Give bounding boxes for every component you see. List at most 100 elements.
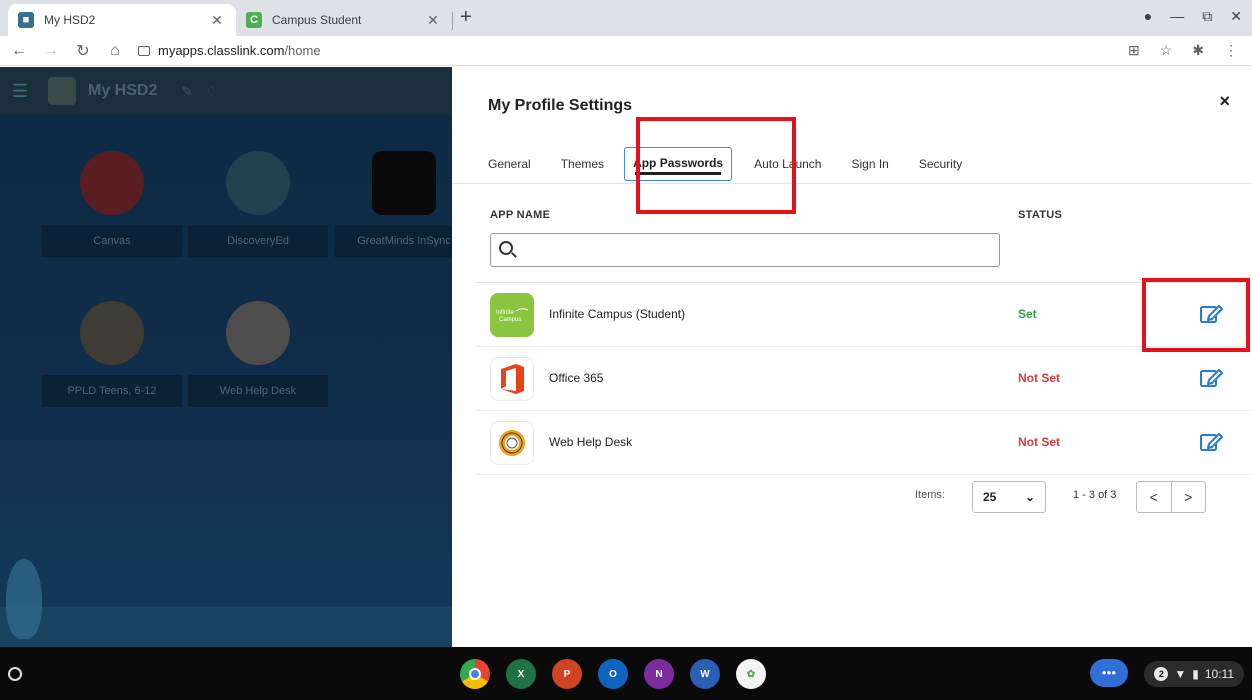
wifi-icon: ▼	[1174, 667, 1187, 681]
tabs-divider	[452, 183, 1252, 184]
tab-close-icon[interactable]: ✕	[424, 12, 442, 29]
app-name: Office 365	[549, 371, 604, 385]
discoveryed-icon	[226, 151, 290, 215]
tab-sign-in[interactable]: Sign In	[851, 152, 888, 176]
launchpad-app-webhelpdesk: Web Help Desk	[188, 301, 328, 407]
chevron-down-icon: ⌄	[1024, 490, 1035, 504]
header-icons: ✎♢	[181, 82, 230, 99]
tab-app-passwords[interactable]: App Passwords	[624, 147, 733, 181]
outlook-icon[interactable]: O	[598, 659, 628, 689]
launchpad-app-canvas: Canvas	[42, 151, 182, 257]
user-avatar[interactable]: ●●●	[1090, 659, 1128, 687]
table-row: Web Help Desk Not Set	[476, 411, 1252, 475]
previous-page-button[interactable]: <	[1137, 482, 1172, 512]
close-panel-button[interactable]: ×	[1219, 91, 1230, 112]
table-row: Infinite Campus Infinite Campus (Student)…	[476, 283, 1252, 347]
table-row: Office 365 Not Set	[476, 347, 1252, 411]
tab-themes[interactable]: Themes	[561, 152, 604, 176]
close-window-icon[interactable]: ✕	[1230, 8, 1242, 25]
settings-tabs: General Themes App Passwords Auto Launch…	[488, 147, 992, 181]
restore-icon[interactable]: ⧉	[1202, 8, 1212, 25]
onenote-icon[interactable]: N	[644, 659, 674, 689]
edit-icon[interactable]	[1198, 365, 1224, 391]
greatminds-icon	[372, 151, 436, 215]
search-icon	[499, 241, 513, 255]
install-app-icon[interactable]: ⊞	[1128, 42, 1140, 59]
svg-text:Infinite: Infinite	[496, 310, 514, 316]
browser-tab-campus-student[interactable]: C Campus Student ✕	[236, 4, 452, 36]
extensions-puzzle-icon[interactable]: ✱	[1192, 42, 1204, 59]
profile-settings-panel: My Profile Settings × General Themes App…	[452, 67, 1252, 647]
launchpad-app-label: Canvas	[42, 225, 182, 257]
tab-security[interactable]: Security	[919, 152, 962, 176]
items-per-page-select[interactable]: 25 ⌄	[972, 481, 1046, 513]
edit-icon[interactable]	[1198, 301, 1224, 327]
launchpad-footer	[0, 607, 452, 647]
launchpad-app-label: GreatMinds InSync	[334, 225, 452, 257]
launcher-icon[interactable]	[8, 667, 22, 681]
powerpoint-icon[interactable]: P	[552, 659, 582, 689]
back-icon[interactable]: ←	[6, 42, 32, 60]
chrome-icon[interactable]	[460, 659, 490, 689]
lifebuoy-icon	[499, 430, 525, 456]
browser-tab-title: My HSD2	[44, 13, 96, 27]
site-info-icon[interactable]	[138, 45, 150, 56]
launchpad-app-label: DiscoveryEd	[188, 225, 328, 257]
column-header-app-name: APP NAME	[490, 209, 551, 221]
column-header-status: STATUS	[1018, 209, 1063, 221]
launchpad-app-label: PPLD Teens, 6-12	[42, 375, 182, 407]
surfboard-graphic	[6, 559, 42, 639]
district-logo	[48, 77, 76, 105]
launchpad-background: ☰ My HSD2 ✎♢ Canvas DiscoveryEd GreatMin…	[0, 67, 452, 647]
infinite-campus-icon: Infinite Campus	[490, 293, 534, 337]
browser-toolbar: ← → ↻ ⌂ myapps.classlink.com/home ⊞ ☆ ✱ …	[0, 36, 1252, 66]
status-badge: Set	[1018, 307, 1037, 321]
forward-icon[interactable]: →	[38, 42, 64, 60]
pagination: Items: 25 ⌄ 1 - 3 of 3 < >	[452, 479, 1252, 515]
notification-count-badge: 2	[1154, 667, 1169, 681]
hamburger-menu-icon: ☰	[11, 80, 29, 101]
home-icon[interactable]: ⌂	[102, 42, 128, 60]
toolbar-actions: ⊞ ☆ ✱ ⋮	[1128, 42, 1238, 59]
infinite-campus-logo-icon: InfiniteCampus	[496, 308, 529, 323]
profile-icon[interactable]: ●	[1144, 8, 1152, 25]
battery-icon: ▮	[1192, 667, 1199, 681]
new-tab-button[interactable]: +	[460, 6, 472, 29]
os-shelf: X P O N W ✿ ●●● 2 ▼ ▮ 10:11	[0, 647, 1252, 700]
office365-logo-icon	[501, 364, 524, 394]
tab-general[interactable]: General	[488, 152, 531, 176]
edit-icon[interactable]	[1198, 429, 1224, 455]
app-search-input[interactable]	[490, 233, 1000, 267]
app-name: Web Help Desk	[549, 435, 633, 449]
launchpad-header: ☰ My HSD2 ✎♢	[0, 67, 452, 115]
clock-time: 10:11	[1204, 667, 1234, 681]
menu-kebab-icon[interactable]: ⋮	[1224, 42, 1238, 59]
launchpad-app-ppld: PPLD Teens, 6-12	[42, 301, 182, 407]
status-badge: Not Set	[1018, 371, 1060, 385]
campus-favicon-icon: C	[246, 12, 262, 28]
word-icon[interactable]: W	[690, 659, 720, 689]
address-bar[interactable]: myapps.classlink.com/home	[138, 43, 321, 58]
tab-separator	[452, 12, 453, 30]
lifebuoy-icon	[226, 301, 290, 365]
launchpad-app-discoveryed: DiscoveryEd	[188, 151, 328, 257]
page-nav: < >	[1136, 481, 1206, 513]
minimize-icon[interactable]: —	[1170, 8, 1184, 25]
tab-close-icon[interactable]: ✕	[208, 12, 226, 29]
items-per-page-value: 25	[983, 490, 997, 504]
reload-icon[interactable]: ↻	[70, 41, 96, 61]
bookmark-star-icon[interactable]: ☆	[1160, 42, 1173, 59]
excel-icon[interactable]: X	[506, 659, 536, 689]
status-tray[interactable]: 2 ▼ ▮ 10:11	[1144, 661, 1244, 687]
canvas-icon	[80, 151, 144, 215]
app-name: Infinite Campus (Student)	[549, 307, 686, 321]
classlink-favicon-icon: ■	[18, 12, 34, 28]
office365-icon	[490, 357, 534, 401]
tab-auto-launch[interactable]: Auto Launch	[754, 152, 821, 176]
photos-icon[interactable]: ✿	[736, 659, 766, 689]
next-page-button[interactable]: >	[1172, 482, 1206, 512]
items-per-page-label: Items:	[915, 489, 945, 501]
page-range: 1 - 3 of 3	[1073, 489, 1117, 501]
url-host: myapps.classlink.com	[158, 43, 285, 58]
browser-tab-myhsd2[interactable]: ■ My HSD2 ✕	[8, 4, 236, 36]
